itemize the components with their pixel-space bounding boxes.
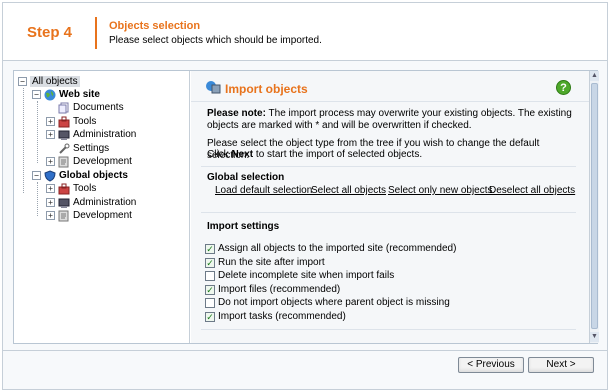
tree-label: Web site [59, 89, 100, 100]
expand-icon[interactable]: + [46, 198, 55, 207]
tree-label: Global objects [59, 170, 128, 181]
setting-label: Run the site after import [218, 257, 325, 268]
setting-label: Delete incomplete site when import fails [218, 270, 395, 281]
help-icon[interactable]: ? [556, 80, 571, 95]
tree-item-global-objects[interactable]: − Global objects [32, 169, 128, 182]
instr2-next: Next [231, 149, 254, 160]
load-default-selection-link[interactable]: Load default selection [215, 185, 312, 196]
administration-icon [58, 130, 70, 140]
tree-connector [37, 182, 38, 216]
tree-label: Administration [73, 197, 137, 208]
wizard-header: Step 4 Objects selection Please select o… [3, 3, 607, 61]
tree-item-settings[interactable]: Settings [58, 142, 109, 155]
divider [201, 166, 576, 167]
setting-assign-objects[interactable]: ✓ Assign all objects to the imported sit… [205, 243, 456, 254]
setting-label: Assign all objects to the imported site … [218, 243, 457, 254]
tree-item-development[interactable]: + Development [46, 155, 132, 168]
collapse-icon[interactable]: − [32, 171, 41, 180]
setting-import-tasks[interactable]: ✓ Import tasks (recommended) [205, 311, 346, 322]
setting-label: Do not import objects where parent objec… [218, 297, 450, 308]
panel-title: Import objects [225, 82, 308, 96]
expand-icon[interactable]: + [46, 211, 55, 220]
instr2-pre: Click [207, 149, 232, 160]
divider [201, 212, 576, 213]
select-only-new-objects-link[interactable]: Select only new objects [388, 185, 493, 196]
checkbox[interactable] [205, 270, 215, 281]
import-objects-icon [206, 81, 221, 94]
tree-label: Documents [73, 102, 124, 113]
deselect-all-objects-link[interactable]: Deselect all objects [489, 185, 575, 196]
setting-run-site[interactable]: ✓ Run the site after import [205, 257, 325, 268]
expand-icon[interactable]: + [46, 184, 55, 193]
next-button[interactable]: Next > [528, 357, 594, 373]
checkbox[interactable] [205, 297, 215, 308]
step-title: Step 4 [27, 24, 73, 41]
tree-item-web-site[interactable]: − Web site [32, 88, 100, 101]
development-icon [58, 210, 69, 221]
development-icon [58, 156, 69, 167]
tree-item-documents[interactable]: Documents [58, 101, 124, 114]
header-subtitle: Please select objects which should be im… [109, 35, 322, 46]
tree-item-tools[interactable]: + Tools [46, 115, 96, 128]
scroll-thumb[interactable] [591, 83, 598, 329]
tools-icon [58, 183, 70, 194]
expand-icon[interactable]: + [46, 117, 55, 126]
tools-icon [58, 116, 70, 127]
tree-item-administration[interactable]: + Administration [46, 128, 136, 141]
tree-item-global-administration[interactable]: + Administration [46, 196, 136, 209]
shield-icon [44, 169, 56, 182]
expand-icon[interactable]: + [46, 157, 55, 166]
tree-label: Settings [73, 143, 110, 154]
tree-label: Development [73, 210, 132, 221]
collapse-icon[interactable]: − [18, 77, 27, 86]
expand-icon[interactable]: + [46, 130, 55, 139]
note-label: Please note: [207, 108, 266, 119]
settings-icon [59, 143, 70, 154]
tree-item-all-objects[interactable]: − All objects [18, 75, 80, 88]
setting-label: Import files (recommended) [218, 284, 341, 295]
import-note: Please note: The import process may over… [207, 108, 577, 132]
divider [201, 329, 576, 330]
administration-icon [58, 198, 70, 208]
import-settings-heading: Import settings [207, 221, 280, 232]
tree-item-global-development[interactable]: + Development [46, 209, 132, 222]
previous-button[interactable]: < Previous [458, 357, 524, 373]
checkbox[interactable]: ✓ [205, 311, 215, 322]
global-selection-heading: Global selection [207, 172, 285, 183]
checkbox[interactable]: ✓ [205, 257, 215, 268]
tree-label: Administration [73, 129, 137, 140]
tree-connector [23, 88, 24, 193]
object-tree: − All objects − Web site Documents + Too… [14, 71, 190, 343]
tree-label: Tools [73, 183, 97, 194]
globe-icon [44, 89, 56, 100]
header-title: Objects selection [109, 20, 201, 32]
tree-label: All objects [30, 76, 80, 87]
checkbox[interactable]: ✓ [205, 284, 215, 295]
instr2-post: to start the import of selected objects. [253, 149, 423, 160]
select-all-objects-link[interactable]: Select all objects [311, 185, 386, 196]
collapse-icon[interactable]: − [32, 90, 41, 99]
checkbox[interactable]: ✓ [205, 243, 215, 254]
scroll-down-icon[interactable]: ▼ [590, 332, 599, 342]
header-divider [95, 17, 97, 49]
panel-scrollbar[interactable]: ▲ ▼ [589, 71, 599, 343]
instruction-2: Click Next to start the import of select… [207, 149, 577, 161]
tree-item-global-tools[interactable]: + Tools [46, 182, 96, 195]
setting-label: Import tasks (recommended) [218, 311, 346, 322]
tree-connector [37, 101, 38, 163]
tree-label: Development [73, 156, 132, 167]
tree-label: Tools [73, 116, 97, 127]
setting-skip-missing-parent[interactable]: Do not import objects where parent objec… [205, 297, 450, 308]
setting-import-files[interactable]: ✓ Import files (recommended) [205, 284, 340, 295]
import-objects-panel: Import objects ? Please note: The import… [191, 71, 589, 343]
scroll-up-icon[interactable]: ▲ [590, 71, 599, 81]
documents-icon [58, 102, 69, 113]
panel-header: Import objects ? [191, 71, 589, 102]
setting-delete-incomplete-site[interactable]: Delete incomplete site when import fails [205, 270, 394, 281]
content-box: − All objects − Web site Documents + Too… [13, 70, 599, 344]
wizard-footer: < Previous Next > [3, 350, 607, 389]
